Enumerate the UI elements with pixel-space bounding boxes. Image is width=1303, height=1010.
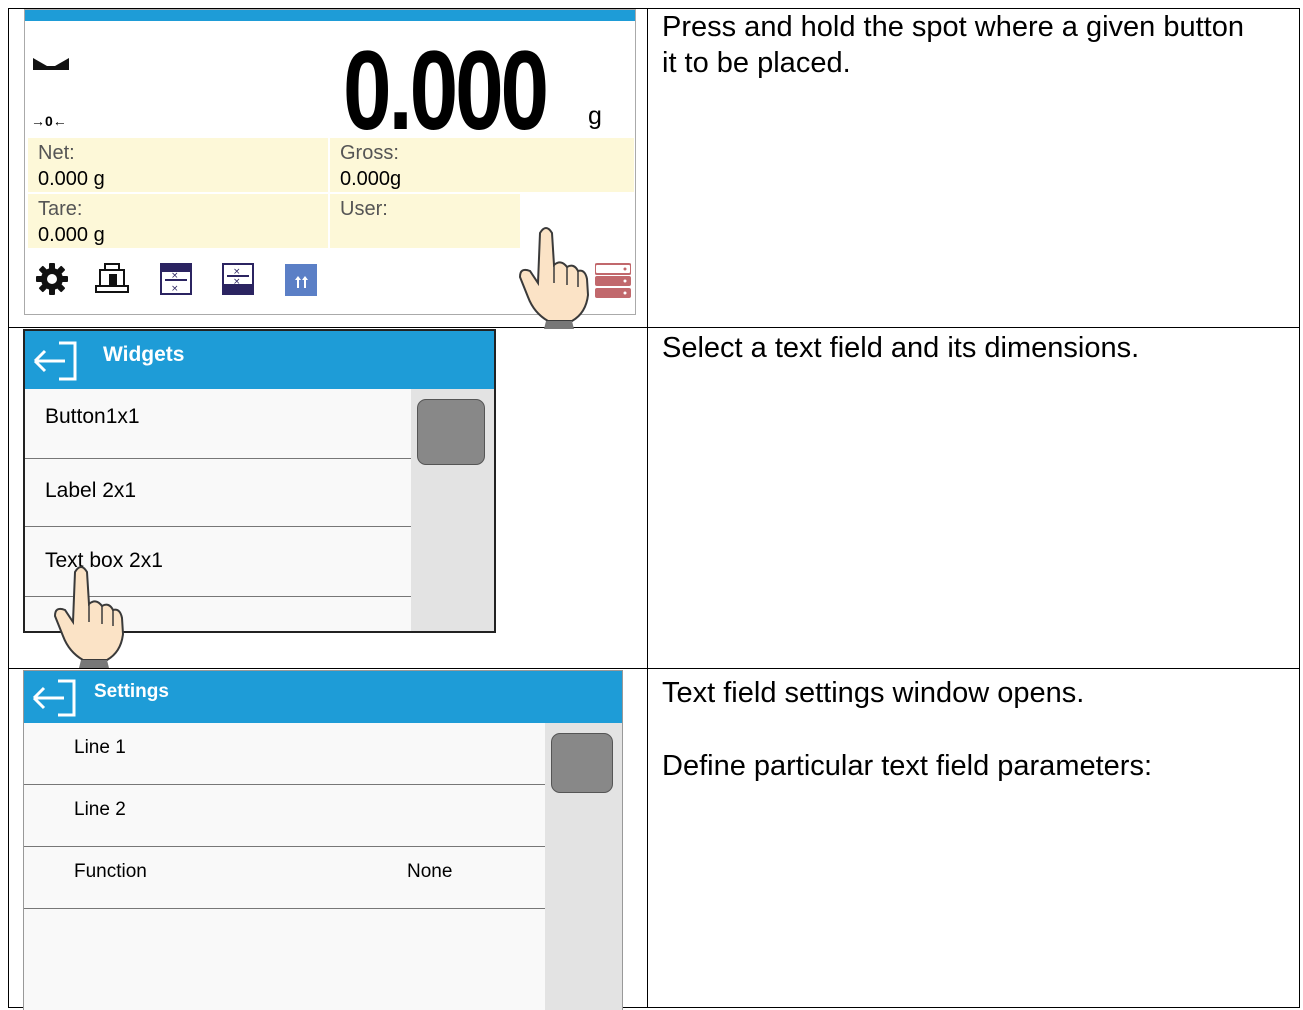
- list-item[interactable]: Label 2x1: [25, 459, 411, 527]
- list-item-label: Function: [74, 861, 147, 882]
- gross-field[interactable]: Gross: 0.000g: [330, 138, 635, 194]
- user-field[interactable]: User:: [330, 194, 522, 250]
- formula-alt-icon[interactable]: × ×: [221, 262, 255, 296]
- svg-text:×: ×: [171, 284, 179, 294]
- list-item-value: None: [407, 861, 453, 882]
- zero-indicator: →0←: [31, 113, 67, 129]
- gross-label: Gross:: [340, 142, 399, 164]
- table-row: Settings Line 1 Line 2 Function None Tex…: [9, 669, 1299, 1010]
- list-item-label: Button1x1: [45, 405, 140, 428]
- list-item-label: Line 1: [74, 737, 126, 758]
- list-item[interactable]: Line 2: [24, 785, 545, 847]
- row2-description: Select a text field and its dimensions.: [662, 332, 1140, 364]
- svg-text:×: ×: [171, 271, 179, 281]
- tare-value: 0.000 g: [38, 224, 105, 246]
- screen-top-bar: [25, 10, 635, 21]
- net-value: 0.000 g: [38, 168, 105, 190]
- gross-value: 0.000g: [340, 168, 402, 190]
- settings-title: Settings: [94, 681, 169, 702]
- stability-icon: [33, 56, 73, 77]
- tare-label: Tare:: [38, 198, 83, 220]
- settings-title-bar: Settings: [24, 671, 622, 723]
- back-icon[interactable]: [31, 339, 83, 388]
- gear-icon[interactable]: [35, 262, 69, 296]
- net-label: Net:: [38, 142, 75, 164]
- list-item-label: Label 2x1: [45, 479, 137, 502]
- settings-panel: Settings Line 1 Line 2 Function None: [23, 670, 623, 1010]
- database-icon[interactable]: [594, 262, 632, 298]
- list-item[interactable]: Line 1: [24, 723, 545, 785]
- chart-icon[interactable]: [285, 264, 319, 298]
- document-table: →0← 0.000 g Net: 0.000 g Gross: 0.000g T…: [8, 8, 1300, 1010]
- net-field[interactable]: Net: 0.000 g: [28, 138, 330, 194]
- tare-field[interactable]: Tare: 0.000 g: [28, 194, 330, 250]
- back-icon[interactable]: [30, 677, 82, 724]
- hand-pointer-icon: [514, 221, 594, 334]
- svg-text:×: ×: [233, 267, 241, 277]
- list-item[interactable]: Button1x1: [25, 389, 411, 459]
- weight-icon[interactable]: [95, 262, 129, 296]
- user-label: User:: [340, 198, 388, 220]
- widgets-title: Widgets: [103, 343, 185, 366]
- weight-unit: g: [588, 102, 602, 130]
- scrollbar[interactable]: [411, 389, 494, 631]
- weight-readout: 0.000: [343, 28, 549, 153]
- table-row: →0← 0.000 g Net: 0.000 g Gross: 0.000g T…: [9, 9, 1299, 329]
- scrollbar[interactable]: [545, 723, 622, 1010]
- widgets-title-bar: Widgets: [25, 331, 494, 389]
- hand-pointer-icon: [49, 560, 129, 673]
- scrollbar-thumb[interactable]: [417, 399, 485, 465]
- list-item[interactable]: Function None: [24, 847, 545, 909]
- scrollbar-thumb[interactable]: [551, 733, 613, 793]
- row1-description: Press and hold the spot where a given bu…: [662, 11, 1244, 79]
- row3-description: Text field settings window opens.: [662, 677, 1085, 709]
- formula-icon[interactable]: × ×: [159, 262, 193, 296]
- list-item-label: Line 2: [74, 799, 126, 820]
- table-row: Widgets Button1x1 Label 2x1 Text box 2x1…: [9, 328, 1299, 669]
- row3-description-2: Define particular text field parameters:: [662, 750, 1152, 782]
- svg-text:×: ×: [233, 277, 241, 287]
